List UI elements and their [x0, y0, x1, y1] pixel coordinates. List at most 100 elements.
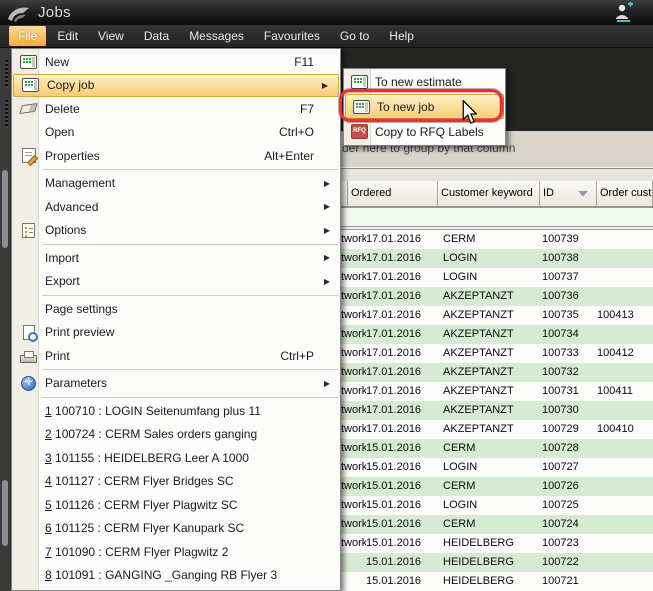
table-row[interactable]: 15.01.2016HEIDELBERG100722 [341, 553, 653, 572]
table-row[interactable]: twork15.01.2016HEIDELBERG100723 [341, 534, 653, 553]
properties-icon [22, 148, 36, 163]
menu-item-advanced[interactable]: Advanced▶ [12, 195, 340, 219]
table-row[interactable]: twork17.01.2016CERM100739 [341, 230, 653, 249]
cell-ordered: 15.01.2016 [366, 534, 443, 553]
recent-job-4[interactable]: 4 101127 : CERM Flyer Bridges SC [12, 470, 340, 494]
cell-order_customer: 100413 [597, 306, 653, 325]
copy-job-submenu-popup: To new estimateTo new jobRFQCopy to RFQ … [343, 68, 506, 146]
menubar-item-go-to[interactable]: Go to [331, 26, 378, 46]
menu-separator [42, 369, 338, 370]
cell-order_customer [597, 325, 653, 344]
drag-grip-icon[interactable] [5, 60, 8, 88]
cell-order_customer [597, 496, 653, 515]
menubar-item-file[interactable]: File [9, 26, 46, 46]
menu-separator [42, 397, 338, 398]
menubar-item-messages[interactable]: Messages [180, 26, 253, 46]
submenu-item-to-new-job[interactable]: To new job [345, 94, 504, 119]
submenu-arrow-icon: ▶ [314, 253, 330, 262]
submenu-item-copy-to-rfq-labels[interactable]: RFQCopy to RFQ Labels [344, 119, 505, 144]
menu-item-shortcut: F11 [294, 55, 314, 69]
submenu-item-to-new-estimate[interactable]: To new estimate [344, 69, 505, 94]
cell-customer: HEIDELBERG [443, 553, 542, 572]
column-header-blank[interactable] [341, 181, 348, 206]
recent-job-1[interactable]: 1 100710 : LOGIN Seitenumfang plus 11 [12, 399, 340, 423]
menu-item-page-settings[interactable]: Page settings [12, 297, 340, 321]
cell-order_customer [597, 477, 653, 496]
menu-item-delete[interactable]: DeleteF7 [12, 97, 340, 121]
recent-job-5[interactable]: 5 101126 : CERM Flyer Plagwitz SC [12, 493, 340, 517]
menu-item-open[interactable]: OpenCtrl+O [12, 121, 340, 145]
cell-customer: HEIDELBERG [443, 572, 542, 591]
table-row[interactable]: twork17.01.2016AKZEPTANZT100733100412 [341, 344, 653, 363]
table-row[interactable]: twork17.01.2016AKZEPTANZT100735100413 [341, 306, 653, 325]
column-header-label: ID [543, 181, 554, 206]
menu-separator [42, 295, 338, 296]
table-row[interactable]: twork17.01.2016AKZEPTANZT100731100411 [341, 382, 653, 401]
menu-item-print-preview[interactable]: Print preview [12, 321, 340, 345]
menu-item-parameters[interactable]: Parameters▶ [12, 372, 340, 396]
menu-icon-well [12, 349, 45, 363]
table-row[interactable]: twork15.01.2016LOGIN100727 [341, 458, 653, 477]
table-row[interactable]: twork15.01.2016LOGIN100725 [341, 496, 653, 515]
recent-job-8[interactable]: 8 101091 : GANGING _Ganging RB Flyer 3 [12, 564, 340, 588]
recent-job-6[interactable]: 6 101125 : CERM Flyer Kanupark SC [12, 517, 340, 541]
cell-artwork: twork [341, 534, 366, 553]
grid-header-row: OrderedCustomer keyword ID Order custo [341, 181, 653, 206]
menu-item-label: Print preview [45, 325, 314, 339]
dock-handle[interactable] [2, 480, 8, 546]
menubar-item-edit[interactable]: Edit [48, 26, 87, 46]
menu-item-properties[interactable]: PropertiesAlt+Enter [12, 144, 340, 168]
menu-item-label: Management [45, 176, 314, 190]
menu-item-import[interactable]: Import▶ [12, 246, 340, 270]
menu-item-label: Import [45, 251, 314, 265]
menu-item-label: Open [45, 125, 279, 139]
menu-item-print[interactable]: PrintCtrl+P [12, 344, 340, 368]
table-row[interactable]: twork17.01.2016AKZEPTANZT100730 [341, 401, 653, 420]
table-row[interactable]: twork17.01.2016AKZEPTANZT100732 [341, 363, 653, 382]
menu-item-label: 2 100724 : CERM Sales orders ganging [45, 427, 314, 441]
cell-customer: AKZEPTANZT [443, 363, 542, 382]
menubar-item-help[interactable]: Help [380, 26, 423, 46]
recent-job-2[interactable]: 2 100724 : CERM Sales orders ganging [12, 423, 340, 447]
table-row[interactable]: twork17.01.2016AKZEPTANZT100729100410 [341, 420, 653, 439]
menu-item-copy-job[interactable]: Copy job▶ [13, 74, 339, 98]
column-header-customer-keyword[interactable]: Customer keyword [438, 181, 540, 206]
add-user-icon[interactable] [613, 2, 635, 23]
recent-job-7[interactable]: 7 101090 : CERM Flyer Plagwitz 2 [12, 540, 340, 564]
menubar-item-view[interactable]: View [89, 26, 133, 46]
column-header-id[interactable]: ID [540, 181, 597, 206]
menubar-item-favourites[interactable]: Favourites [255, 26, 329, 46]
table-row[interactable]: twork17.01.2016AKZEPTANZT100736 [341, 287, 653, 306]
cell-ordered: 15.01.2016 [366, 553, 443, 572]
dock-handle[interactable] [2, 170, 8, 248]
recent-job-3[interactable]: 3 101155 : HEIDELBERG Leer A 1000 [12, 446, 340, 470]
menu-item-new[interactable]: NewF11 [12, 50, 340, 74]
table-row[interactable]: twork17.01.2016AKZEPTANZT100734 [341, 325, 653, 344]
table-row[interactable]: twork15.01.2016CERM100728 [341, 439, 653, 458]
new-job-icon [20, 55, 37, 69]
application-window: Jobs FileEditViewDataMessagesFavouritesG… [0, 0, 653, 591]
table-row[interactable]: twork17.01.2016LOGIN100738 [341, 249, 653, 268]
table-row[interactable]: twork15.01.2016CERM100724 [341, 515, 653, 534]
cell-ordered: 17.01.2016 [366, 306, 443, 325]
table-row[interactable]: twork17.01.2016LOGIN100737 [341, 268, 653, 287]
drag-grip-icon[interactable] [5, 100, 8, 128]
menu-item-options[interactable]: Options▶ [12, 219, 340, 243]
column-header-ordered[interactable]: Ordered [348, 181, 438, 206]
cell-artwork: twork [341, 401, 366, 420]
column-header-label: Customer keyword [441, 181, 533, 206]
menubar-item-data[interactable]: Data [135, 26, 178, 46]
cell-id: 100726 [542, 477, 597, 496]
menu-item-export[interactable]: Export▶ [12, 270, 340, 294]
menu-item-label: Options [45, 223, 314, 237]
table-row[interactable]: 15.01.2016HEIDELBERG100721 [341, 572, 653, 591]
column-header-order-custo[interactable]: Order custo [597, 181, 653, 206]
menu-item-label: Parameters [45, 376, 314, 390]
menu-icon-well [12, 104, 45, 113]
submenu-arrow-icon: ▶ [312, 81, 328, 90]
menu-icon-well [12, 223, 45, 238]
menu-icon-well [346, 100, 377, 114]
menu-item-management[interactable]: Management▶ [12, 172, 340, 196]
table-row[interactable]: twork15.01.2016CERM100726 [341, 477, 653, 496]
cell-order_customer [597, 268, 653, 287]
